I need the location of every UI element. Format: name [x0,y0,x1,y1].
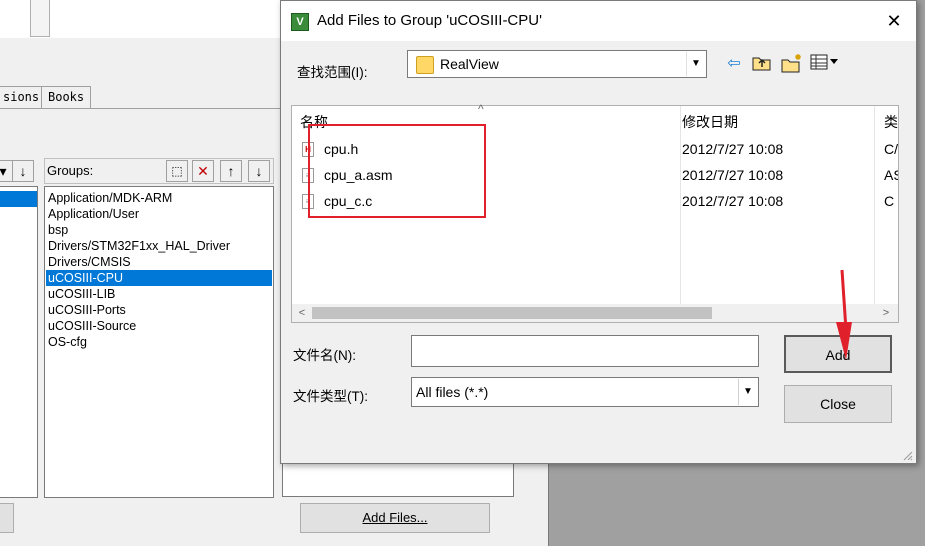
folder-icon [416,56,434,74]
add-button[interactable]: Add [784,335,892,373]
background-button-partial[interactable] [0,503,14,533]
filetype-dropdown[interactable]: All files (*.*) ▼ [411,377,759,407]
add-files-dialog: V Add Files to Group 'uCOSIII-CPU' ✕ 查找范… [280,0,917,464]
dialog-title: Add Files to Group 'uCOSIII-CPU' [317,12,542,29]
tab-extensions[interactable]: sions [0,86,47,108]
filetype-label: 文件类型(T): [293,389,368,404]
uvision-app-icon: V [291,13,309,31]
file-date: 2012/7/27 10:08 [682,167,784,183]
view-menu-icon[interactable] [809,53,841,75]
filename-input[interactable] [411,335,759,367]
chevron-down-icon[interactable]: ▼ [686,52,705,76]
new-folder-icon[interactable] [781,53,803,75]
close-icon[interactable]: ✕ [881,9,907,33]
annotation-highlight-box [308,124,486,218]
group-item[interactable]: Drivers/STM32F1xx_HAL_Driver [46,238,272,254]
file-date: 2012/7/27 10:08 [682,141,784,157]
look-in-value: RealView [440,56,499,72]
filename-label: 文件名(N): [293,348,356,363]
move-down-icon-left[interactable]: ↓ [12,160,34,182]
group-item[interactable]: bsp [46,222,272,238]
group-item[interactable]: Application/User [46,206,272,222]
file-type: C/C [884,141,898,157]
scroll-right-icon[interactable]: > [878,304,894,322]
tab-books[interactable]: Books [41,86,92,108]
filetype-value: All files (*.*) [416,384,489,400]
groups-label: Groups: [47,163,94,178]
column-header-date[interactable]: 修改日期 [682,112,738,132]
sort-ascending-icon: ^ [478,102,484,116]
background-top-strip [0,0,280,38]
horizontal-scrollbar[interactable]: < > [292,304,898,322]
group-item[interactable]: OS-cfg [46,334,272,350]
new-group-icon[interactable]: ⬚ [166,160,188,182]
resize-grip-icon[interactable] [901,449,913,461]
move-up-icon[interactable]: ↑ [220,160,242,182]
add-files-button[interactable]: Add Files... [300,503,490,533]
back-icon[interactable]: ⇦ [723,53,745,75]
chevron-down-icon[interactable]: ▼ [738,379,757,405]
groups-list[interactable]: Application/MDK-ARM Application/User bsp… [44,186,274,498]
project-targets-list[interactable] [0,186,38,498]
file-list-view[interactable]: ^ 名称 修改日期 类型 H cpu.h 2012/7/27 10:08 C/C… [291,102,899,323]
scrollbar-thumb[interactable] [312,307,712,319]
file-date: 2012/7/27 10:08 [682,193,784,209]
look-in-dropdown[interactable]: RealView ▼ [407,50,707,78]
file-type: C Source [884,193,898,209]
delete-icon[interactable]: ✕ [192,160,214,182]
move-down-icon[interactable]: ↓ [248,160,270,182]
up-folder-icon[interactable] [751,53,773,75]
group-item[interactable]: Application/MDK-ARM [46,190,272,206]
group-item[interactable]: uCOSIII-Source [46,318,272,334]
look-in-label: 查找范围(I): [297,65,368,80]
file-type: ASM [884,167,898,183]
column-header-type[interactable]: 类型 [884,112,898,132]
group-item[interactable]: uCOSIII-LIB [46,286,272,302]
group-item-selected[interactable]: uCOSIII-CPU [46,270,272,286]
scroll-left-icon[interactable]: < [294,304,310,322]
close-button[interactable]: Close [784,385,892,423]
group-item[interactable]: Drivers/CMSIS [46,254,272,270]
group-item[interactable]: uCOSIII-Ports [46,302,272,318]
